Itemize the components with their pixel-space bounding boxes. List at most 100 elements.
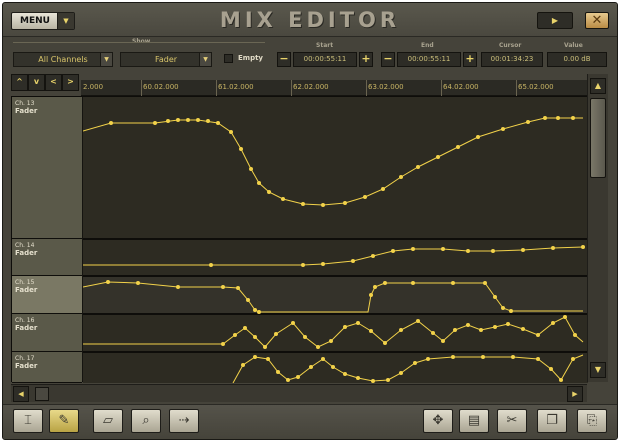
automation-point[interactable] (356, 321, 360, 325)
play-button[interactable]: ▶ (537, 12, 573, 29)
automation-point[interactable] (267, 190, 271, 194)
automation-point[interactable] (371, 379, 375, 383)
zoom-tool-button[interactable]: ⌕ (131, 409, 161, 433)
automation-point[interactable] (343, 201, 347, 205)
automation-point[interactable] (411, 247, 415, 251)
automation-point[interactable] (249, 167, 253, 171)
automation-point[interactable] (456, 145, 460, 149)
automation-point[interactable] (343, 325, 347, 329)
close-button[interactable]: ✕ (585, 12, 609, 29)
automation-point[interactable] (321, 203, 325, 207)
automation-point[interactable] (481, 355, 485, 359)
scroll-right-icon[interactable]: ▶ (567, 386, 583, 402)
nav-right-button[interactable]: > (62, 74, 79, 91)
automation-point[interactable] (176, 118, 180, 122)
automation-point[interactable] (216, 121, 220, 125)
automation-point[interactable] (196, 118, 200, 122)
start-plus-button[interactable]: + (359, 52, 373, 67)
automation-point[interactable] (239, 147, 243, 151)
automation-point[interactable] (301, 263, 305, 267)
move-right-tool-button[interactable]: ⇢ (169, 409, 199, 433)
automation-point[interactable] (166, 119, 170, 123)
automation-point[interactable] (257, 181, 261, 185)
automation-point[interactable] (416, 165, 420, 169)
automation-point[interactable] (331, 365, 335, 369)
start-field[interactable]: 00:00:55:11 (293, 52, 357, 67)
automation-point[interactable] (236, 286, 240, 290)
automation-point[interactable] (441, 339, 445, 343)
nav-left-button[interactable]: < (45, 74, 62, 91)
automation-point[interactable] (441, 247, 445, 251)
pencil-tool-button[interactable]: ✎ (49, 409, 79, 433)
automation-point[interactable] (551, 321, 555, 325)
lane-label-ch15[interactable]: Ch. 15 Fader (12, 276, 82, 314)
automation-point[interactable] (391, 249, 395, 253)
trash-tool-button[interactable]: ▤ (459, 409, 489, 433)
automation-point[interactable] (321, 357, 325, 361)
automation-point[interactable] (501, 127, 505, 131)
automation-point[interactable] (276, 370, 280, 374)
automation-point[interactable] (281, 197, 285, 201)
automation-point[interactable] (399, 371, 403, 375)
automation-point[interactable] (253, 308, 257, 312)
automation-point[interactable] (329, 339, 333, 343)
automation-point[interactable] (436, 155, 440, 159)
horizontal-scroll-thumb[interactable] (35, 387, 49, 401)
automation-point[interactable] (453, 328, 457, 332)
start-minus-button[interactable]: − (277, 52, 291, 67)
lane-label-ch17[interactable]: Ch. 17 Fader (12, 352, 82, 383)
automation-point[interactable] (426, 357, 430, 361)
automation-point[interactable] (303, 335, 307, 339)
automation-point[interactable] (399, 175, 403, 179)
end-field[interactable]: 00:00:55:11 (397, 52, 461, 67)
channels-select[interactable]: All Channels ▼ (13, 52, 113, 67)
automation-point[interactable] (559, 378, 563, 382)
automation-point[interactable] (451, 355, 455, 359)
automation-point[interactable] (536, 357, 540, 361)
automation-point[interactable] (321, 262, 325, 266)
automation-point[interactable] (356, 376, 360, 380)
automation-point[interactable] (266, 357, 270, 361)
automation-point[interactable] (543, 116, 547, 120)
automation-point[interactable] (253, 335, 257, 339)
time-ruler[interactable]: 2.000 60.02.000 61.02.000 62.02.000 63.0… (81, 80, 587, 96)
automation-point[interactable] (479, 328, 483, 332)
automation-point[interactable] (493, 325, 497, 329)
automation-point[interactable] (363, 195, 367, 199)
automation-point[interactable] (413, 361, 417, 365)
scroll-up-icon[interactable]: ▲ (590, 78, 606, 94)
automation-point[interactable] (511, 355, 515, 359)
automation-point[interactable] (291, 321, 295, 325)
automation-point[interactable] (373, 285, 377, 289)
scroll-left-icon[interactable]: ◀ (13, 386, 29, 402)
automation-point[interactable] (386, 378, 390, 382)
automation-point[interactable] (431, 331, 435, 335)
vertical-scroll-thumb[interactable] (590, 98, 606, 178)
automation-point[interactable] (233, 333, 237, 337)
lane-label-ch16[interactable]: Ch. 16 Fader (12, 314, 82, 352)
horizontal-scrollbar[interactable]: ◀ ▶ (11, 384, 587, 402)
automation-point[interactable] (316, 345, 320, 349)
automation-point[interactable] (301, 202, 305, 206)
automation-point[interactable] (351, 259, 355, 263)
automation-point[interactable] (343, 372, 347, 376)
automation-point[interactable] (221, 285, 225, 289)
nav-up-button[interactable]: ^ (11, 74, 28, 91)
parameter-select[interactable]: Fader ▼ (120, 52, 212, 67)
automation-point[interactable] (571, 116, 575, 120)
automation-point[interactable] (369, 293, 373, 297)
automation-point[interactable] (369, 329, 373, 333)
automation-point[interactable] (243, 326, 247, 330)
automation-point[interactable] (136, 281, 140, 285)
automation-point[interactable] (483, 281, 487, 285)
automation-point[interactable] (229, 130, 233, 134)
end-minus-button[interactable]: − (381, 52, 395, 67)
automation-point[interactable] (206, 119, 210, 123)
automation-point[interactable] (501, 306, 505, 310)
automation-point[interactable] (571, 357, 575, 361)
automation-point[interactable] (263, 345, 267, 349)
automation-point[interactable] (221, 342, 225, 346)
automation-point[interactable] (309, 365, 313, 369)
automation-point[interactable] (491, 249, 495, 253)
automation-point[interactable] (186, 118, 190, 122)
